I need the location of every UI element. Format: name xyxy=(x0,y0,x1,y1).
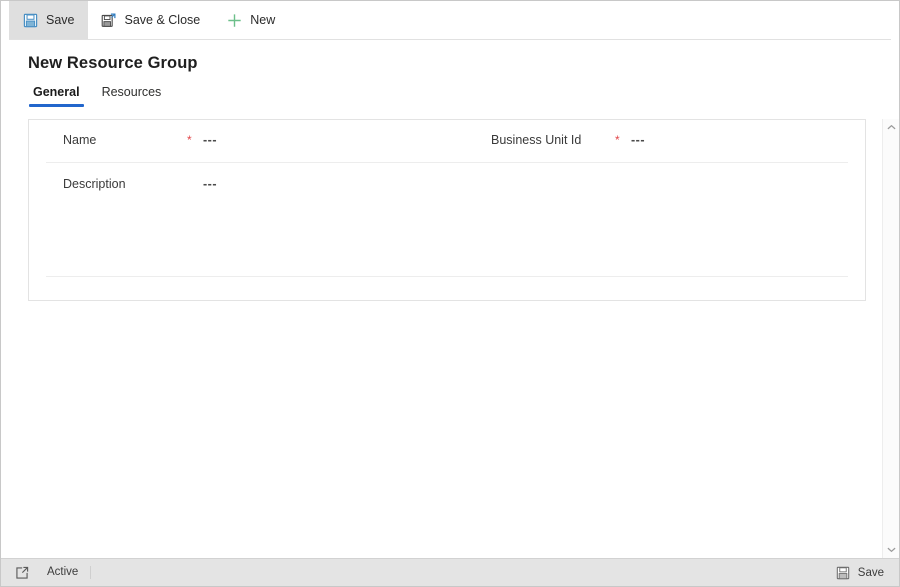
save-floppy-icon xyxy=(22,12,38,28)
status-bar-left: Active xyxy=(13,564,92,582)
save-button-label: Save xyxy=(46,13,75,27)
vertical-scrollbar[interactable] xyxy=(882,118,899,558)
form-card-footer-gap xyxy=(46,277,848,300)
field-business-unit-id-value[interactable]: --- xyxy=(631,133,645,148)
new-button-label: New xyxy=(250,13,276,27)
field-business-unit-id[interactable]: Business Unit Id * --- xyxy=(476,133,848,148)
record-state-label: Active xyxy=(47,565,92,580)
field-name-label: Name xyxy=(63,133,97,148)
tab-strip: General Resources xyxy=(28,85,899,107)
save-floppy-icon xyxy=(835,565,851,581)
status-save-button-label: Save xyxy=(857,566,884,579)
record-form-window: Save Save & Close New New Resource Group… xyxy=(0,0,900,587)
field-description-label: Description xyxy=(63,176,126,191)
open-in-new-window-icon[interactable] xyxy=(13,564,31,582)
save-button[interactable]: Save xyxy=(9,1,88,39)
save-and-close-floppy-icon xyxy=(101,12,117,28)
form-card-spacer xyxy=(46,206,848,277)
content-area: Name * --- Business Unit Id * --- Descri… xyxy=(1,107,899,558)
page-title: New Resource Group xyxy=(28,54,198,72)
save-and-close-button[interactable]: Save & Close xyxy=(88,1,214,39)
save-and-close-button-label: Save & Close xyxy=(124,13,201,27)
tab-resources[interactable]: Resources xyxy=(98,85,166,107)
general-tab-form-card: Name * --- Business Unit Id * --- Descri… xyxy=(28,118,866,301)
field-description[interactable]: Description --- xyxy=(46,177,476,192)
field-name-required-indicator: * xyxy=(187,132,192,147)
plus-icon xyxy=(226,12,242,28)
form-row-description: Description --- xyxy=(46,163,848,206)
scrollbar-track[interactable] xyxy=(883,134,899,543)
form-row-primary: Name * --- Business Unit Id * --- xyxy=(46,120,848,163)
tab-general[interactable]: General xyxy=(29,85,84,107)
field-name-value[interactable]: --- xyxy=(203,133,217,148)
status-save-button[interactable]: Save xyxy=(829,563,890,583)
field-business-unit-id-required-indicator: * xyxy=(615,132,620,147)
new-button[interactable]: New xyxy=(213,1,288,39)
form-scroll-region: Name * --- Business Unit Id * --- Descri… xyxy=(1,118,882,558)
chevron-down-icon[interactable] xyxy=(883,543,899,555)
field-description-value[interactable]: --- xyxy=(203,177,217,192)
command-bar: Save Save & Close New xyxy=(1,1,899,40)
field-business-unit-id-label: Business Unit Id xyxy=(491,133,582,148)
status-bar: Active Save xyxy=(1,558,899,586)
chevron-up-icon[interactable] xyxy=(883,122,899,134)
field-name[interactable]: Name * --- xyxy=(46,133,476,148)
page-header: New Resource Group General Resources xyxy=(1,40,899,107)
